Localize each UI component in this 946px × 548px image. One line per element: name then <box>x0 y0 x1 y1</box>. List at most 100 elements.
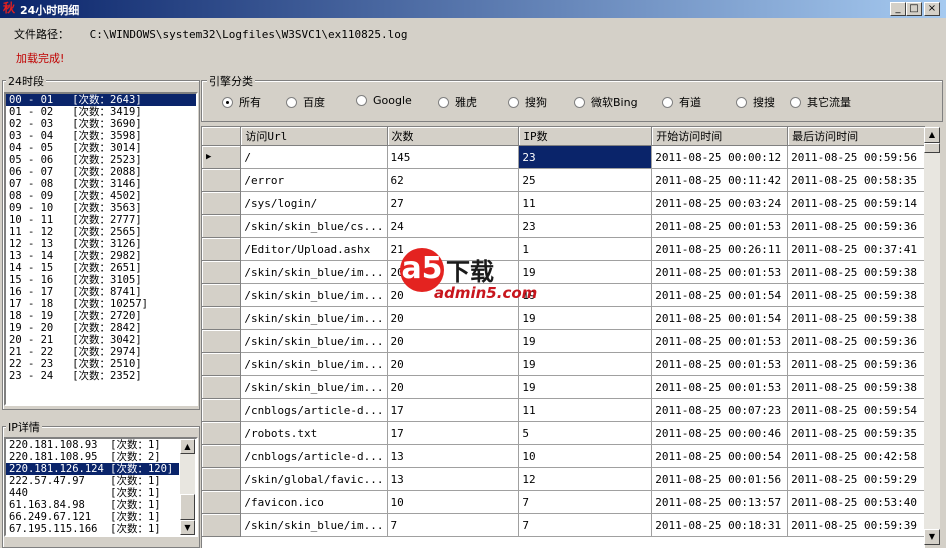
table-cell[interactable]: 23 <box>518 145 653 169</box>
grid-scrollbar[interactable]: ▲ ▼ <box>924 127 940 545</box>
table-cell[interactable]: 27 <box>387 191 520 215</box>
column-header[interactable]: IP数 <box>518 127 653 146</box>
table-cell[interactable]: 2011-08-25 00:13:57 <box>651 490 789 514</box>
table-cell[interactable]: 20 <box>387 329 520 353</box>
radio-circle-icon[interactable] <box>356 95 367 106</box>
table-cell[interactable]: /favicon.ico <box>240 490 388 514</box>
table-cell[interactable]: 2011-08-25 00:01:53 <box>651 375 789 399</box>
table-cell[interactable]: 2011-08-25 00:01:54 <box>651 306 789 330</box>
table-cell[interactable]: 2011-08-25 00:03:24 <box>651 191 789 215</box>
hours-list[interactable]: 00 - 01 [次数：2643] 01 - 02 [次数：3419] 02 - 0… <box>4 92 198 406</box>
table-cell[interactable]: /sys/login/ <box>240 191 388 215</box>
table-row[interactable]: /skin/skin_blue/im... 7 7 2011-08-25 00:18:… <box>202 513 925 537</box>
table-cell[interactable]: / <box>240 145 388 169</box>
hour-list-item[interactable]: 10 - 11 [次数：2777] <box>6 214 196 226</box>
ip-list-item[interactable]: 220.181.108.95 [次数：2] <box>6 451 179 463</box>
table-cell[interactable]: 2011-08-25 00:59:14 <box>787 191 925 215</box>
table-cell[interactable]: 19 <box>518 352 653 376</box>
hour-list-item[interactable]: 11 - 12 [次数：2565] <box>6 226 196 238</box>
row-header[interactable] <box>202 283 242 307</box>
table-cell[interactable]: 2011-08-25 00:59:36 <box>787 329 925 353</box>
table-row[interactable]: /robots.txt 17 5 2011-08-25 00:00:46 2011-08… <box>202 421 925 445</box>
table-cell[interactable]: /cnblogs/article-d... <box>240 398 388 422</box>
table-cell[interactable]: 2011-08-25 00:59:38 <box>787 306 925 330</box>
table-cell[interactable]: 2011-08-25 00:59:35 <box>787 421 925 445</box>
hour-list-item[interactable]: 18 - 19 [次数：2720] <box>6 310 196 322</box>
engine-radio[interactable]: 雅虎 <box>438 94 477 110</box>
table-cell[interactable]: /cnblogs/article-d... <box>240 444 388 468</box>
scroll-down-icon[interactable]: ▼ <box>180 520 195 535</box>
table-cell[interactable]: 11 <box>518 191 653 215</box>
row-header[interactable] <box>202 513 242 537</box>
table-cell[interactable]: 19 <box>518 306 653 330</box>
hour-list-item[interactable]: 22 - 23 [次数：2510] <box>6 358 196 370</box>
hour-list-item[interactable]: 09 - 10 [次数：3563] <box>6 202 196 214</box>
ip-list-item[interactable]: 67.195.115.166 [次数：1] <box>6 523 179 535</box>
table-cell[interactable]: 10 <box>387 490 520 514</box>
hour-list-item[interactable]: 08 - 09 [次数：4502] <box>6 190 196 202</box>
hour-list-item[interactable]: 05 - 06 [次数：2523] <box>6 154 196 166</box>
table-cell[interactable]: /skin/skin_blue/cs... <box>240 214 388 238</box>
hour-list-item[interactable]: 20 - 21 [次数：3042] <box>6 334 196 346</box>
table-cell[interactable]: /skin/skin_blue/im... <box>240 306 388 330</box>
hour-list-item[interactable]: 19 - 20 [次数：2842] <box>6 322 196 334</box>
table-cell[interactable]: 2011-08-25 00:37:41 <box>787 237 925 261</box>
hour-list-item[interactable]: 01 - 02 [次数：3419] <box>6 106 196 118</box>
title-bar[interactable]: 秋 24小时明细 _ □ × <box>0 0 946 18</box>
grid-scroll-up-icon[interactable]: ▲ <box>924 127 940 143</box>
hour-list-item[interactable]: 23 - 24 [次数：2352] <box>6 370 196 382</box>
table-cell[interactable]: /Editor/Upload.ashx <box>240 237 388 261</box>
hour-list-item[interactable]: 07 - 08 [次数：3146] <box>6 178 196 190</box>
table-cell[interactable]: 13 <box>387 444 520 468</box>
table-row[interactable]: /skin/skin_blue/im... 20 19 2011-08-25 00:0… <box>202 352 925 376</box>
radio-circle-icon[interactable] <box>736 96 747 108</box>
table-cell[interactable]: 2011-08-25 00:00:54 <box>651 444 789 468</box>
engine-radio[interactable]: 百度 <box>286 94 325 110</box>
ip-list-item[interactable]: 222.57.47.97 [次数：1] <box>6 475 179 487</box>
ip-list-item[interactable]: 220.181.108.93 [次数：1] <box>6 439 179 451</box>
table-cell[interactable]: 7 <box>518 513 653 537</box>
table-cell[interactable]: 19 <box>518 375 653 399</box>
table-row[interactable]: /skin/skin_blue/im... 20 19 2011-08-25 00:0… <box>202 375 925 399</box>
table-cell[interactable]: 2011-08-25 00:59:38 <box>787 260 925 284</box>
table-row[interactable]: /skin/skin_blue/im... 20 19 2011-08-25 00:0… <box>202 260 925 284</box>
table-cell[interactable]: 2011-08-25 00:42:58 <box>787 444 925 468</box>
row-header[interactable] <box>202 329 242 353</box>
hour-list-item[interactable]: 02 - 03 [次数：3690] <box>6 118 196 130</box>
radio-circle-icon[interactable] <box>574 96 585 108</box>
engine-radio[interactable]: 微软Bing <box>574 94 638 110</box>
table-cell[interactable]: 2011-08-25 00:18:31 <box>651 513 789 537</box>
row-header[interactable] <box>202 467 242 491</box>
radio-circle-icon[interactable] <box>508 96 519 108</box>
hour-list-item[interactable]: 06 - 07 [次数：2088] <box>6 166 196 178</box>
table-cell[interactable]: 2011-08-25 00:53:40 <box>787 490 925 514</box>
table-row[interactable]: /skin/skin_blue/cs... 24 23 2011-08-25 00:0… <box>202 214 925 238</box>
table-row[interactable]: /skin/skin_blue/im... 20 19 2011-08-25 00:0… <box>202 329 925 353</box>
table-row[interactable]: /skin/skin_blue/im... 20 19 2011-08-25 00:0… <box>202 283 925 307</box>
engine-radio[interactable]: 所有 <box>222 94 261 110</box>
table-cell[interactable]: 20 <box>387 352 520 376</box>
row-header[interactable] <box>202 421 242 445</box>
engine-radio[interactable]: Google <box>356 94 412 107</box>
table-cell[interactable]: /skin/global/favic... <box>240 467 388 491</box>
column-header[interactable]: 开始访问时间 <box>651 127 789 146</box>
table-cell[interactable]: 13 <box>387 467 520 491</box>
table-row[interactable]: /skin/skin_blue/im... 20 19 2011-08-25 00:0… <box>202 306 925 330</box>
table-cell[interactable]: 2011-08-25 00:01:53 <box>651 260 789 284</box>
table-cell[interactable]: 2011-08-25 00:11:42 <box>651 168 789 192</box>
table-cell[interactable]: 2011-08-25 00:00:46 <box>651 421 789 445</box>
column-header[interactable]: 最后访问时间 <box>787 127 925 146</box>
ip-list-item[interactable]: 66.249.67.121 [次数：1] <box>6 511 179 523</box>
table-cell[interactable]: 25 <box>518 168 653 192</box>
table-cell[interactable]: 2011-08-25 00:01:53 <box>651 214 789 238</box>
table-cell[interactable]: 2011-08-25 00:59:36 <box>787 352 925 376</box>
table-cell[interactable]: 2011-08-25 00:01:54 <box>651 283 789 307</box>
row-header[interactable] <box>202 260 242 284</box>
table-cell[interactable]: 7 <box>387 513 520 537</box>
radio-circle-icon[interactable] <box>790 96 801 108</box>
table-cell[interactable]: 11 <box>518 398 653 422</box>
maximize-button[interactable]: □ <box>906 2 922 16</box>
table-cell[interactable]: 23 <box>518 214 653 238</box>
radio-circle-icon[interactable] <box>286 96 297 108</box>
row-header[interactable] <box>202 444 242 468</box>
